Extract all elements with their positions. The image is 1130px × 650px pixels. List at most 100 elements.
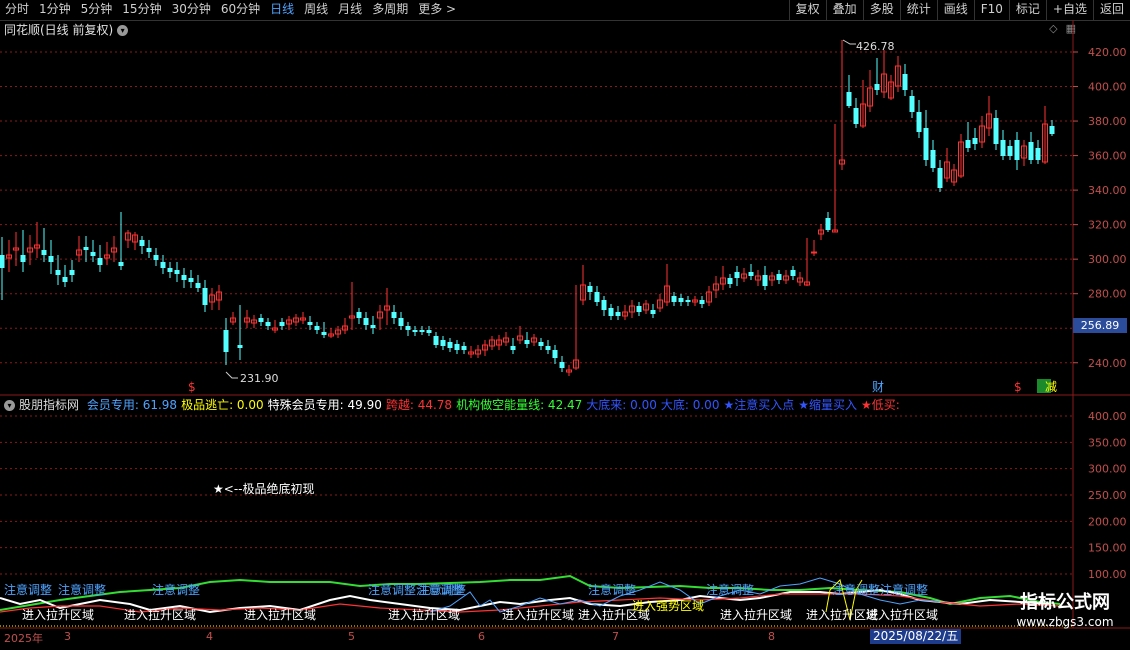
candle-body-down bbox=[139, 240, 145, 246]
candle-body-down bbox=[650, 310, 656, 314]
date-label-5: 7 bbox=[612, 630, 619, 643]
candle-body-up bbox=[811, 251, 817, 254]
candle-body-down bbox=[615, 312, 621, 316]
indicator-value-5: 大底来: 0.00 bbox=[586, 398, 657, 412]
attention-label-0: 注意调整 bbox=[4, 582, 52, 597]
kline-chart: 420.00 400.00 380.00 360.00 340.00 320.00 300.… bbox=[0, 20, 1130, 629]
candle-body-down bbox=[174, 270, 180, 274]
candle-body-down bbox=[461, 346, 467, 350]
attention-label-5: 注意调整 bbox=[588, 582, 636, 597]
candle-body-down bbox=[195, 283, 201, 288]
enter-label-4: 进入拉升区域 bbox=[502, 607, 574, 622]
candle-body-down bbox=[356, 312, 362, 318]
candle-body-down bbox=[279, 322, 285, 326]
candle-body-down bbox=[188, 278, 194, 282]
enter-label-0: 进入拉升区域 bbox=[22, 607, 94, 622]
candle-body-down bbox=[1035, 148, 1041, 160]
candle-body-down bbox=[181, 275, 187, 280]
indicator-name: 股朋指标网 bbox=[19, 398, 80, 412]
candle-body-down bbox=[426, 330, 432, 333]
candle-body-down bbox=[930, 150, 936, 168]
date-label-0: 2025年 bbox=[4, 632, 43, 645]
price-tick-label: 380.00 bbox=[1088, 115, 1127, 128]
candle-body-down bbox=[965, 140, 971, 148]
enter-label-2: 进入拉升区域 bbox=[244, 607, 316, 622]
candle-body-down bbox=[538, 342, 544, 346]
marker-label-0: $ bbox=[188, 380, 196, 394]
candle-body-down bbox=[440, 340, 446, 346]
low-pointer bbox=[225, 371, 238, 379]
indicator-tick-label: 150.00 bbox=[1088, 542, 1127, 555]
indicator-tick-label: 350.00 bbox=[1088, 436, 1127, 449]
marker-label-2: $ bbox=[1014, 380, 1022, 394]
candle-body-down bbox=[846, 92, 852, 106]
candle-body-down bbox=[83, 247, 89, 250]
candle-body-down bbox=[636, 306, 642, 312]
indicator-menu-icon[interactable]: ▾ bbox=[4, 400, 15, 411]
candle-body-down bbox=[153, 255, 159, 260]
candle-body-down bbox=[307, 322, 313, 325]
candle-body-down bbox=[902, 74, 908, 90]
attention-label-4: 注意调整 bbox=[418, 582, 466, 597]
candle-body-down bbox=[202, 288, 208, 305]
date-label-4: 6 bbox=[478, 630, 485, 643]
candle-body-down bbox=[937, 168, 943, 188]
indicator-tick-label: 400.00 bbox=[1088, 410, 1127, 423]
candle-body-down bbox=[69, 270, 75, 275]
price-tick-label: 420.00 bbox=[1088, 46, 1127, 59]
candle-body-down bbox=[1000, 140, 1006, 156]
indicator-value-2: 特殊会员专用: 49.90 bbox=[267, 398, 382, 412]
strong-label: 进入强势区域 bbox=[632, 599, 704, 613]
candle-body-down bbox=[993, 118, 999, 144]
indicator-tick-label: 300.00 bbox=[1088, 463, 1127, 476]
candle-body-down bbox=[678, 298, 684, 302]
indicator-legend: ▾ 股朋指标网 会员专用: 61.98 极品逃亡: 0.00 特殊会员专用: 49.9… bbox=[0, 397, 904, 414]
candle-body-down bbox=[727, 278, 733, 284]
candle-body-down bbox=[685, 300, 691, 302]
candle-body-down bbox=[314, 326, 320, 330]
bottom-signal-note: ★<--极品绝底初现 bbox=[213, 482, 315, 496]
candle-body-down bbox=[447, 342, 453, 348]
candle-body-down bbox=[146, 248, 152, 252]
candle-body-down bbox=[916, 112, 922, 132]
candle-body-down bbox=[734, 272, 740, 278]
date-label-6: 8 bbox=[768, 630, 775, 643]
indicator-value-4: 机构做空能量线: 42.47 bbox=[456, 398, 583, 412]
candle-body-down bbox=[748, 272, 754, 276]
enter-label-8: 进入拉升区域 bbox=[866, 607, 938, 622]
candle-body-down bbox=[559, 362, 565, 368]
indicator-value-7: ★注意买入点 bbox=[723, 398, 795, 412]
watermark-url: www.zbgs3.com bbox=[1016, 615, 1114, 629]
candle-body-down bbox=[1049, 126, 1055, 134]
attention-label-6: 注意调整 bbox=[706, 582, 754, 597]
attention-label-1: 注意调整 bbox=[58, 582, 106, 597]
attention-label-2: 注意调整 bbox=[152, 582, 200, 597]
candle-body-down bbox=[433, 336, 439, 345]
candle-body-down bbox=[790, 270, 796, 276]
indicator-value-0: 会员专用: 61.98 bbox=[86, 398, 178, 412]
candle-body-down bbox=[20, 255, 26, 262]
candle-body-down bbox=[874, 84, 880, 90]
date-label-3: 5 bbox=[348, 630, 355, 643]
indicator-value-9: ★低买: bbox=[860, 398, 900, 412]
candle-body-down bbox=[160, 262, 166, 268]
candle-body-down bbox=[776, 274, 782, 280]
candle-body-down bbox=[762, 275, 768, 286]
candle-body-down bbox=[405, 326, 411, 330]
price-tick-label: 340.00 bbox=[1088, 184, 1127, 197]
candle-body-down bbox=[608, 308, 614, 316]
candle-body-down bbox=[419, 330, 425, 332]
candle-body-down bbox=[825, 218, 831, 230]
watermark-logo: 指标公式网 www.zbgs3.com bbox=[1006, 592, 1124, 632]
price-tick-label: 320.00 bbox=[1088, 219, 1127, 232]
candle-body-down bbox=[594, 292, 600, 302]
indicator-value-3: 跨越: 44.78 bbox=[385, 398, 453, 412]
indicator-tick-label: 200.00 bbox=[1088, 515, 1127, 528]
price-tick-label: 400.00 bbox=[1088, 81, 1127, 94]
candle-body-down bbox=[923, 128, 929, 160]
marker-label-3: 减 bbox=[1045, 380, 1057, 394]
low-price-label: 231.90 bbox=[240, 372, 279, 385]
candle-body-down bbox=[601, 300, 607, 310]
candle-body-down bbox=[1028, 142, 1034, 160]
candle-body-down bbox=[853, 108, 859, 124]
